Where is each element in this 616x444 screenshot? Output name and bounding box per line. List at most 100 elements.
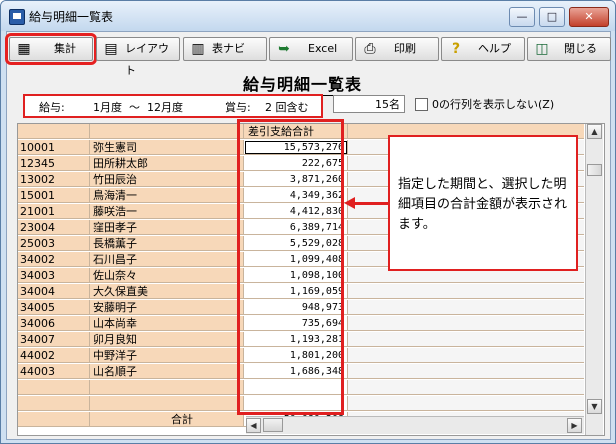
blank-name-cell <box>90 380 244 395</box>
help-button[interactable]: ? ヘルプ <box>441 37 525 61</box>
employee-name: 中野洋子 <box>90 348 244 363</box>
blank-code-cell <box>18 380 90 395</box>
blank-row[interactable] <box>18 380 584 396</box>
checkbox-box[interactable] <box>415 98 428 111</box>
close-button[interactable]: ◫ 閉じる <box>527 37 611 61</box>
net-pay-amount: 6,389,714 <box>244 220 348 235</box>
header-name-cell <box>90 124 244 139</box>
employee-code: 13002 <box>18 172 90 187</box>
close-window-button[interactable]: ✕ <box>569 7 609 27</box>
scroll-up-icon[interactable]: ▲ <box>587 124 602 139</box>
salary-from: 1月度 <box>93 101 122 114</box>
help-icon: ? <box>451 41 461 57</box>
total-label: 合計 <box>90 412 244 427</box>
scroll-down-icon[interactable]: ▼ <box>587 399 602 414</box>
toolbar: ▦ 集計 ▤ レイアウト ▥ 表ナビ ➥ Excel ⎙ 印刷 ? ヘルプ ◫ … <box>5 32 611 77</box>
employee-code: 34005 <box>18 300 90 315</box>
employee-code: 44003 <box>18 364 90 379</box>
header-code-cell <box>18 124 90 139</box>
employee-name: 竹田辰治 <box>90 172 244 187</box>
blank-code-cell <box>18 396 90 411</box>
employee-name: 窪田孝子 <box>90 220 244 235</box>
minimize-button[interactable]: — <box>509 7 535 27</box>
net-pay-amount: 1,098,100 <box>244 268 348 283</box>
blank-row[interactable] <box>18 396 584 412</box>
printer-icon: ⎙ <box>364 41 376 57</box>
maximize-icon: □ <box>546 10 558 23</box>
net-pay-amount: 1,686,348 <box>244 364 348 379</box>
tilde: 〜 <box>129 101 140 114</box>
hide-zero-label: 0の行列を表示しない(Z) <box>432 98 555 111</box>
hscroll-thumb[interactable] <box>263 418 283 432</box>
employee-code: 44002 <box>18 348 90 363</box>
table-row[interactable]: 44002 中野洋子 1,801,200 <box>18 348 584 364</box>
empty-cell <box>348 300 584 315</box>
print-button[interactable]: ⎙ 印刷 <box>355 37 439 61</box>
callout-arrow-icon <box>344 197 355 209</box>
aggregate-button[interactable]: ▦ 集計 <box>5 33 97 65</box>
excel-export-icon: ➥ <box>278 41 290 57</box>
employee-name: 長橋薫子 <box>90 236 244 251</box>
salary-label: 給与: <box>39 101 65 114</box>
app-icon <box>9 9 25 25</box>
scroll-left-icon[interactable]: ◀ <box>246 418 261 433</box>
net-pay-amount: 1,099,408 <box>244 252 348 267</box>
employee-name: 卯月良知 <box>90 332 244 347</box>
print-label: 印刷 <box>394 42 416 55</box>
net-pay-amount: 5,529,028 <box>244 236 348 251</box>
table-row[interactable]: 34007 卯月良知 1,193,281 <box>18 332 584 348</box>
empty-cell <box>348 348 584 363</box>
employee-name: 山名順子 <box>90 364 244 379</box>
employee-code: 34007 <box>18 332 90 347</box>
empty-cell <box>348 364 584 379</box>
net-pay-amount: 15,573,276 <box>244 140 348 155</box>
total-code-cell <box>18 412 90 427</box>
layout-label: レイアウト <box>125 42 169 77</box>
table-row[interactable]: 44003 山名順子 1,686,348 <box>18 364 584 380</box>
excel-label: Excel <box>308 42 338 55</box>
employee-code: 25003 <box>18 236 90 251</box>
close-door-icon: ◫ <box>535 41 549 57</box>
scroll-right-icon[interactable]: ▶ <box>567 418 582 433</box>
employee-code: 34004 <box>18 284 90 299</box>
header-amount: 差引支給合計 <box>244 124 348 139</box>
table-row[interactable]: 34005 安藤明子 948,973 <box>18 300 584 316</box>
layout-icon: ▤ <box>104 41 118 57</box>
net-pay-amount: 1,193,281 <box>244 332 348 347</box>
employee-name: 山本尚幸 <box>90 316 244 331</box>
callout-arrow-line <box>354 202 388 205</box>
bonus-label: 賞与: <box>225 101 251 114</box>
employee-name: 藤咲浩一 <box>90 204 244 219</box>
employee-code: 34002 <box>18 252 90 267</box>
salary-to: 12月度 <box>147 101 183 114</box>
layout-button[interactable]: ▤ レイアウト <box>96 37 180 77</box>
title-bar[interactable]: 給与明細一覧表 — □ ✕ <box>1 1 615 31</box>
table-row[interactable]: 34006 山本尚幸 735,694 <box>18 316 584 332</box>
employee-code: 10001 <box>18 140 90 155</box>
period-summary: 給与: 1月度 〜 12月度 賞与: 2 回含む <box>23 94 323 118</box>
table-navi-button[interactable]: ▥ 表ナビ <box>183 37 267 61</box>
close-icon: ✕ <box>584 10 594 23</box>
maximize-button[interactable]: □ <box>539 7 565 27</box>
table-navi-label: 表ナビ <box>212 42 245 55</box>
net-pay-amount: 948,973 <box>244 300 348 315</box>
minimize-icon: — <box>516 10 528 23</box>
callout-box: 指定した期間と、選択した明細項目の合計金額が表示されます。 <box>388 135 578 271</box>
employee-code: 34003 <box>18 268 90 283</box>
employee-code: 23004 <box>18 220 90 235</box>
employee-code: 15001 <box>18 188 90 203</box>
vertical-scrollbar[interactable]: ▲ ▼ <box>585 124 603 435</box>
excel-button[interactable]: ➥ Excel <box>269 37 353 61</box>
table-row[interactable]: 34004 大久保直美 1,169,059 <box>18 284 584 300</box>
blank-name-cell <box>90 396 244 411</box>
horizontal-scrollbar[interactable]: ◀ ▶ <box>246 416 584 434</box>
table-icon: ▦ <box>17 41 31 57</box>
blank-amount-cell <box>244 396 348 411</box>
net-pay-amount: 1,801,200 <box>244 348 348 363</box>
employee-count: 15名 <box>333 95 405 113</box>
empty-cell <box>348 316 584 331</box>
scroll-thumb[interactable] <box>587 164 602 176</box>
report-title: 給与明細一覧表 <box>243 71 363 96</box>
net-pay-amount: 222,675 <box>244 156 348 171</box>
window-title: 給与明細一覧表 <box>29 10 114 24</box>
